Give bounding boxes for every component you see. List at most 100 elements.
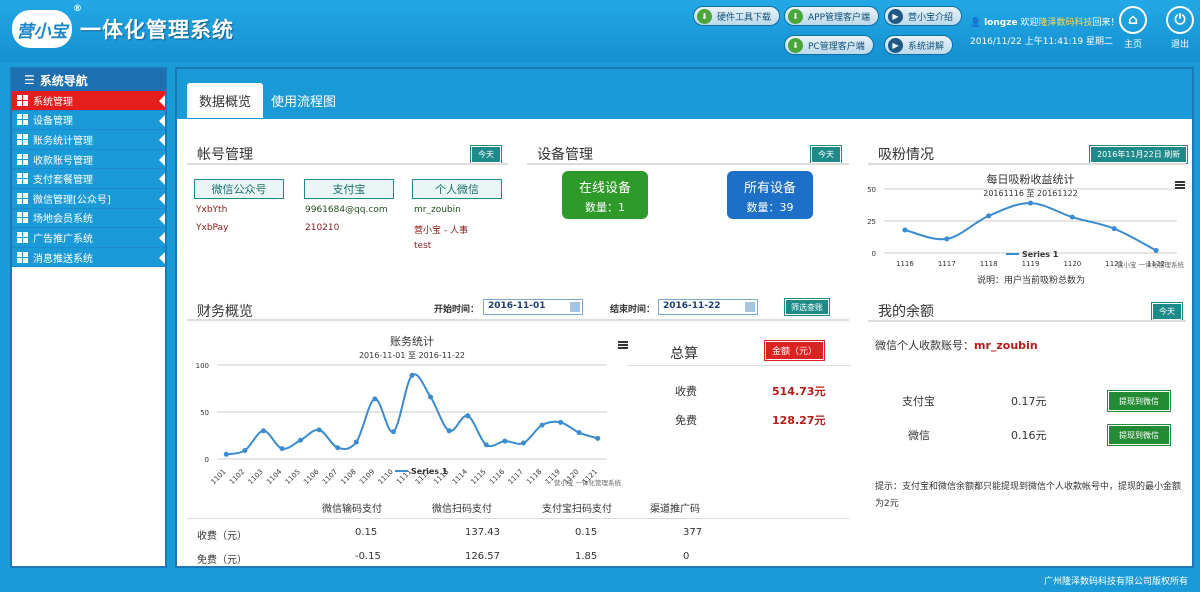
fans-refresh-badge[interactable]: 2016年11月22日 刷新 xyxy=(1088,145,1189,164)
data-point xyxy=(242,448,248,454)
x-tick-label: 1117 xyxy=(507,468,525,486)
account-panel-title: 帐号管理 xyxy=(197,147,253,163)
y-tick-label: 50 xyxy=(867,186,876,194)
x-tick-label: 1119 xyxy=(1022,260,1040,268)
data-point xyxy=(1153,247,1159,253)
x-tick-label: 1101 xyxy=(209,468,227,486)
data-point xyxy=(944,236,950,242)
grid-icon xyxy=(17,173,28,185)
sidebar-item[interactable]: 场地会员系统 xyxy=(12,208,165,229)
pc-client-download-button[interactable]: ⬇ PC管理客户端 xyxy=(784,35,874,55)
withdraw-wechat-button[interactable]: 提现到微信 xyxy=(1107,424,1171,446)
tab-overview[interactable]: 数据概览 xyxy=(187,83,264,118)
app-title: 一体化管理系统 xyxy=(80,18,234,42)
balance-wechat-label: 微信 xyxy=(908,429,930,442)
grid-icon xyxy=(17,231,28,243)
sidebar-item[interactable]: 系统管理 xyxy=(12,91,165,111)
filter-button[interactable]: 筛选查账 xyxy=(784,298,830,316)
data-point xyxy=(372,396,378,402)
sidebar-item-label: 收款账号管理 xyxy=(33,155,93,167)
x-tick-label: 1102 xyxy=(228,468,246,486)
home-icon: ⌂ xyxy=(1119,6,1147,34)
sidebar-item-label: 系统管理 xyxy=(33,96,73,108)
company-name: 隆泽数码科技 xyxy=(1038,18,1093,28)
data-point xyxy=(539,422,545,428)
end-date-input[interactable]: 2016-11-22 xyxy=(658,299,758,315)
chart-menu-icon[interactable] xyxy=(618,341,628,349)
balance-panel-title: 我的余额 xyxy=(878,304,934,320)
data-point xyxy=(316,427,322,433)
system-tutorial-button[interactable]: ▶ 系统讲解 xyxy=(884,35,954,55)
calendar-icon[interactable] xyxy=(745,302,755,312)
sidebar-item[interactable]: 支付套餐管理 xyxy=(12,169,165,189)
grid-icon xyxy=(17,153,28,165)
data-point xyxy=(298,437,304,443)
wechat-official-account-button[interactable]: 微信公众号 xyxy=(194,179,284,199)
data-point xyxy=(335,445,341,451)
footer: 广州隆泽数码科技有限公司版权所有 xyxy=(0,572,1200,592)
data-point xyxy=(223,451,229,457)
sidebar-item[interactable]: 消息推送系统 xyxy=(12,247,165,268)
tab-flowchart[interactable]: 使用流程图 xyxy=(259,83,348,118)
balance-today-badge[interactable]: 今天 xyxy=(1151,302,1183,321)
grid-icon xyxy=(17,114,28,126)
data-point xyxy=(1028,200,1033,206)
sidebar-item[interactable]: 广告推广系统 xyxy=(12,228,165,248)
finance-line-chart: 账务统计2016-11-01 至 2016-11-220501001101 110… xyxy=(196,335,622,487)
chart-menu-icon[interactable] xyxy=(1175,181,1185,189)
x-tick-label: 1116 xyxy=(488,467,507,486)
divider xyxy=(187,518,849,519)
alipay-button[interactable]: 支付宝 xyxy=(304,179,394,199)
download-icon: ⬇ xyxy=(788,37,803,53)
sidebar-item[interactable]: 账务统计管理 xyxy=(12,130,165,150)
calendar-icon[interactable] xyxy=(570,302,580,312)
fans-line-chart: 每日吸粉收益统计 20161116 至 20161122 0 25 50 1116 1117… xyxy=(867,172,1184,269)
account-value: test xyxy=(414,241,432,251)
list-icon: ☰ xyxy=(24,73,35,87)
sidebar-item-label: 支付套餐管理 xyxy=(33,175,93,187)
logout-button[interactable]: ⏻ 退出 xyxy=(1162,6,1198,50)
data-point xyxy=(986,213,992,219)
personal-wechat-button[interactable]: 个人微信 xyxy=(412,179,502,199)
all-devices-card[interactable]: 所有设备 数量：39 xyxy=(727,171,813,219)
sidebar: ☰ 系统导航 系统管理 设备管理 账务统计管理 收款账号管理 支付套餐管理 微信管理[公众号… xyxy=(10,67,167,568)
table-cell: 1.85 xyxy=(575,551,598,562)
table-cell: 377 xyxy=(683,527,703,538)
chart-credit: 营小宝 一体化管理系统 xyxy=(554,478,622,487)
sidebar-item[interactable]: 设备管理 xyxy=(12,110,165,131)
table-header: 支付宝扫码支付 xyxy=(542,504,612,515)
home-button[interactable]: ⌂ 主页 xyxy=(1115,6,1151,50)
device-today-badge[interactable]: 今天 xyxy=(810,145,842,164)
divider xyxy=(527,163,849,165)
hardware-tool-download-button[interactable]: ⬇ 硬件工具下载 xyxy=(693,6,781,26)
start-date-input[interactable]: 2016-11-01 xyxy=(483,299,583,315)
end-date-label: 结束时间： xyxy=(610,305,656,315)
online-devices-card[interactable]: 在线设备 数量：1 xyxy=(562,171,648,219)
x-tick-label: 1118 xyxy=(525,468,543,486)
fans-panel-title: 吸粉情况 xyxy=(878,147,934,163)
y-tick-label: 0 xyxy=(872,250,876,258)
user-info: 👤 longze 欢迎隆泽数码科技回来！ 2016/11/22 上午11:41:… xyxy=(970,14,1119,52)
account-today-badge[interactable]: 今天 xyxy=(470,145,502,164)
x-tick-label: 1116 xyxy=(896,260,914,268)
divider xyxy=(187,319,849,321)
username: longze xyxy=(984,18,1018,28)
table-cell: 收费（元） xyxy=(197,531,247,542)
data-point xyxy=(353,439,359,445)
table-cell: 0.15 xyxy=(575,527,598,538)
withdraw-alipay-button[interactable]: 提现到微信 xyxy=(1107,390,1171,412)
sidebar-item-label: 设备管理 xyxy=(33,116,73,128)
series-line xyxy=(904,202,1157,252)
app-client-download-button[interactable]: ⬇ APP管理客户端 xyxy=(784,6,880,26)
data-point xyxy=(446,428,452,434)
user-icon: 👤 xyxy=(970,18,982,28)
data-point xyxy=(595,435,601,441)
sidebar-item[interactable]: 收款账号管理 xyxy=(12,149,165,170)
sidebar-item[interactable]: 微信管理[公众号] xyxy=(12,188,165,209)
x-tick-label: 1108 xyxy=(339,468,357,486)
intro-video-button[interactable]: ▶ 营小宝介绍 xyxy=(884,6,963,26)
divider xyxy=(868,320,1186,322)
account-value: YxbPay xyxy=(196,223,229,233)
total-fee-value: 514.73元 xyxy=(772,385,826,398)
grid-icon xyxy=(17,94,28,106)
